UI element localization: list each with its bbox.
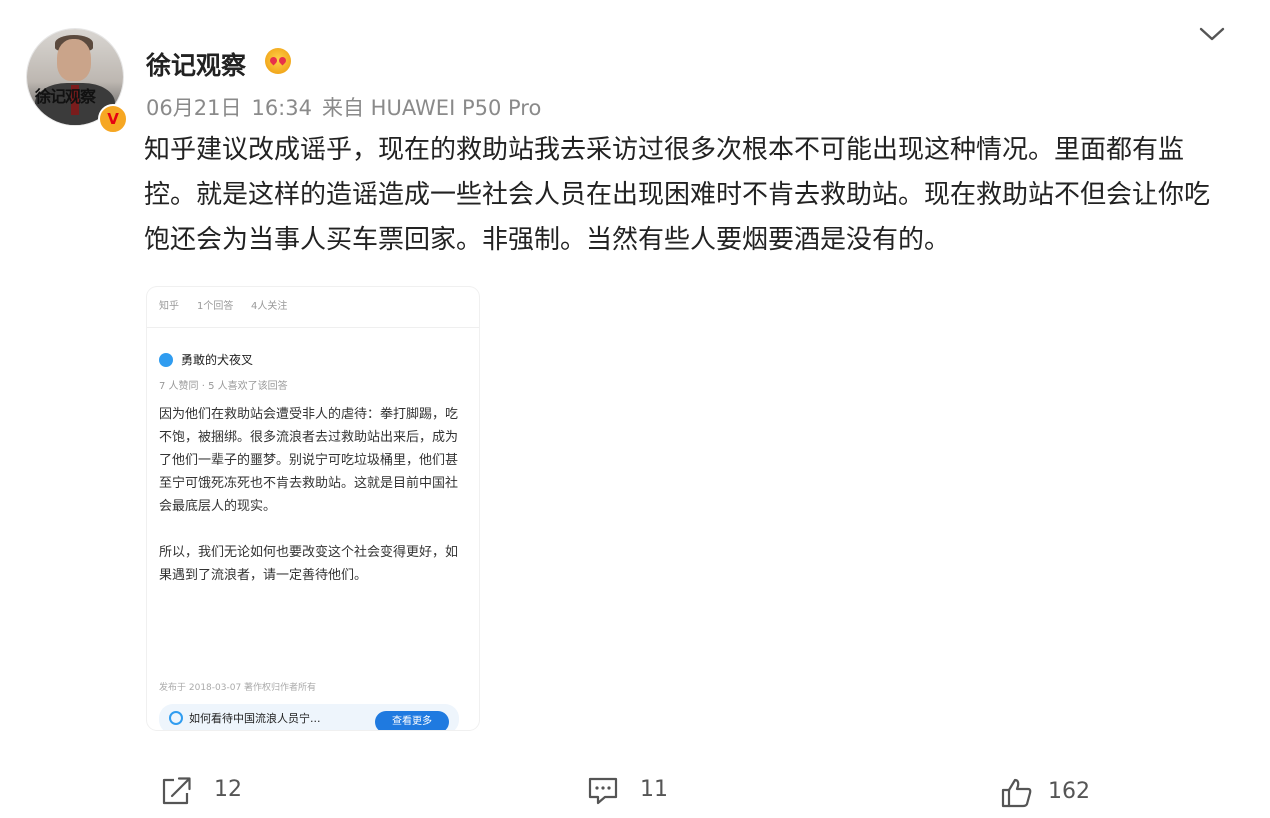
post-date: 06月21日	[146, 96, 242, 120]
avatar-text: 徐记观察	[35, 87, 96, 106]
card-topbar-followers: 4人关注	[251, 301, 288, 312]
post-time[interactable]: 16:34	[251, 96, 312, 120]
like-button[interactable]: 162	[1000, 777, 1100, 809]
share-count: 12	[214, 777, 242, 802]
share-icon	[162, 777, 191, 805]
post-meta: 06月21日 16:34 来自 HUAWEI P50 Pro	[146, 92, 551, 122]
post-text: 知乎建议改成谣乎，现在的救助站我去采访过很多次根本不可能出现这种情况。里面都有监…	[144, 135, 1211, 255]
share-button[interactable]: 12	[160, 775, 260, 807]
search-icon	[169, 711, 183, 725]
card-footer: 发布于 2018-03-07 著作权归作者所有	[159, 683, 317, 693]
thumbs-up-icon	[1001, 778, 1032, 808]
verified-badge-icon: V	[98, 104, 128, 134]
chevron-down-icon[interactable]	[1196, 20, 1228, 48]
embedded-screenshot-card[interactable]: 知乎 1个回答 4人关注 勇敢的犬夜叉 7 人赞同 · 5 人喜欢了该回答 因为…	[147, 287, 479, 730]
card-answer-paragraph: 因为他们在救助站会遭受非人的虐待：拳打脚踢，吃不饱，被捆绑。很多流浪者去过救助站…	[159, 407, 459, 514]
card-topbar: 知乎 1个回答 4人关注	[147, 287, 479, 328]
card-stats: 7 人赞同 · 5 人喜欢了该回答	[159, 381, 288, 392]
avatar-face	[57, 39, 91, 81]
username[interactable]: 徐记观察	[146, 46, 246, 82]
comment-icon	[588, 777, 618, 805]
like-count: 162	[1048, 779, 1090, 804]
author-avatar-icon	[159, 353, 173, 367]
card-author-name: 勇敢的犬夜叉	[181, 353, 254, 367]
card-answer-paragraph: 所以，我们无论如何也要改变这个社会变得更好，如果遇到了流浪者，请一定善待他们。	[159, 545, 459, 583]
card-topbar-answers: 1个回答	[197, 301, 234, 312]
vip-crown-icon	[265, 48, 291, 74]
card-search-text: 如何看待中国流浪人员宁...	[189, 712, 321, 725]
card-topbar-site: 知乎	[159, 301, 179, 312]
comment-count: 11	[640, 777, 668, 802]
post-source: 来自 HUAWEI P50 Pro	[321, 96, 542, 120]
card-search-bar: 如何看待中国流浪人员宁... 查看更多	[159, 704, 459, 730]
card-answer: 因为他们在救助站会遭受非人的虐待：拳打脚踢，吃不饱，被捆绑。很多流浪者去过救助站…	[159, 403, 469, 610]
card-view-more-button: 查看更多	[375, 711, 449, 730]
comment-button[interactable]: 11	[586, 775, 686, 807]
